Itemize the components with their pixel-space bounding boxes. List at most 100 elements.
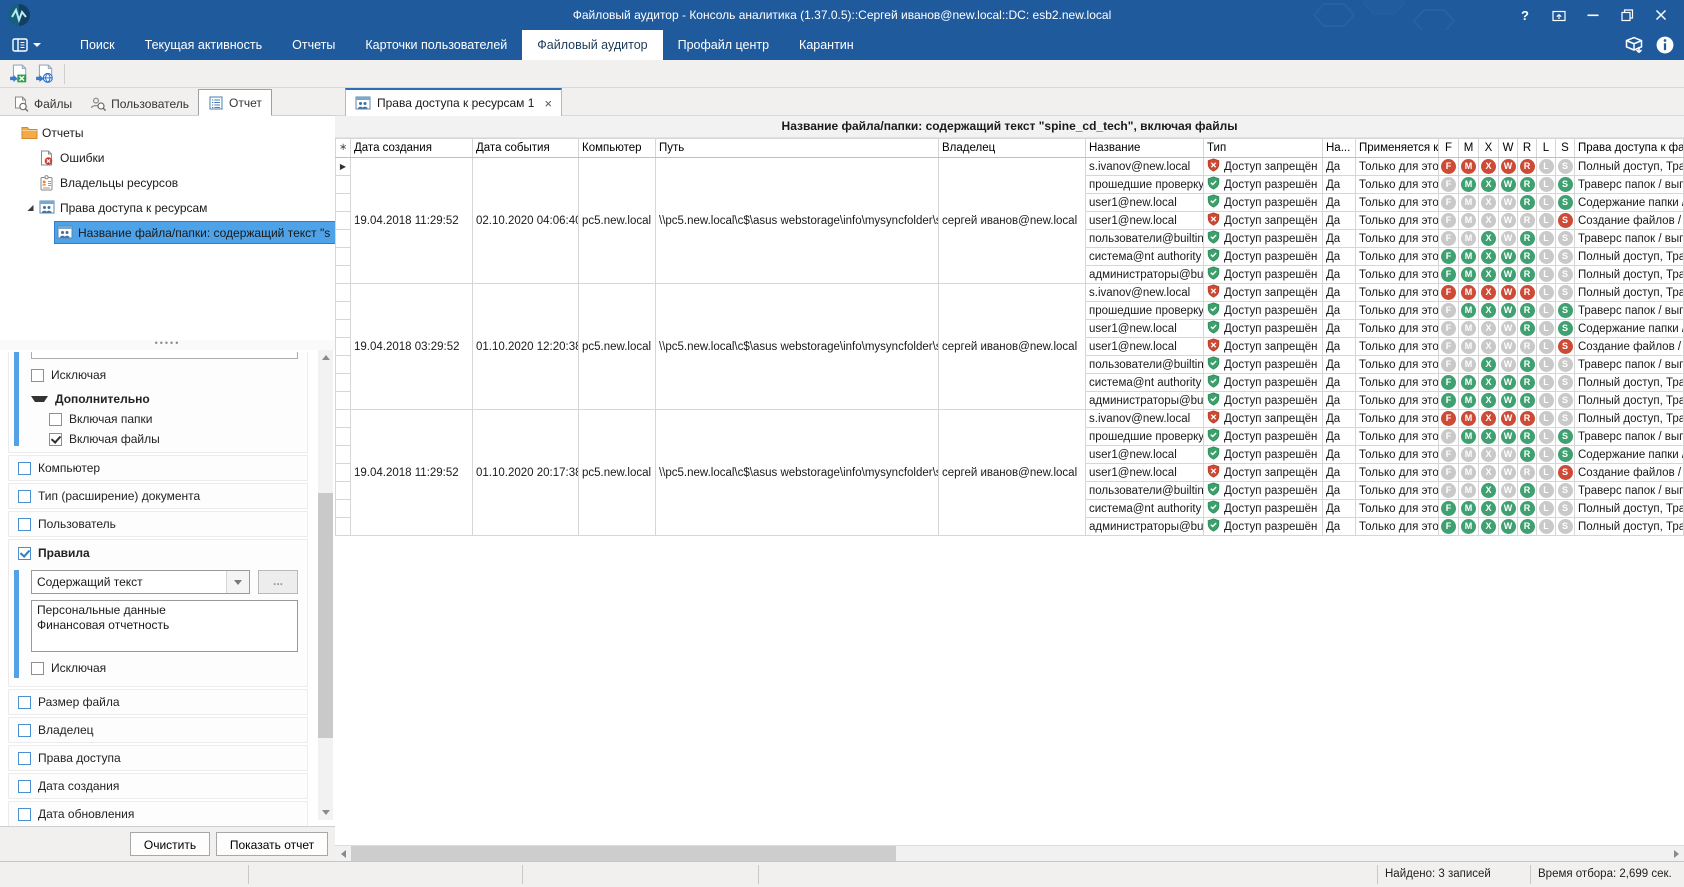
filter-section-after-4[interactable]: Дата создания	[8, 773, 308, 799]
filter-scrollbar[interactable]	[318, 350, 333, 820]
column-header-7[interactable]: Тип	[1204, 139, 1323, 158]
menu-tab-4[interactable]: Карточки пользователей	[350, 30, 522, 60]
show-report-button[interactable]: Показать отчет	[216, 832, 328, 856]
section-checkbox[interactable]	[18, 780, 31, 793]
table-row[interactable]: 19.04.2018 11:29:5201.10.2020 20:17:38pc…	[336, 410, 1684, 428]
name-filter-input[interactable]	[31, 352, 298, 359]
minimize-button[interactable]	[1576, 0, 1610, 30]
filter-section-before-3[interactable]: Пользователь	[8, 511, 308, 537]
left-tab-1[interactable]: Файлы	[4, 92, 81, 115]
scroll-right-button[interactable]	[1668, 846, 1684, 861]
column-header-15[interactable]: L	[1537, 139, 1556, 158]
section-checkbox[interactable]	[18, 808, 31, 821]
rules-header-row[interactable]: Правила	[18, 540, 298, 566]
filter-section-after-2[interactable]: Владелец	[8, 717, 308, 743]
include-folders-checkbox[interactable]	[49, 413, 62, 426]
section-checkbox[interactable]	[18, 490, 31, 503]
section-checkbox[interactable]	[18, 724, 31, 737]
filter-section-after-1[interactable]: Размер файла	[8, 689, 308, 715]
close-button[interactable]	[1644, 0, 1678, 30]
column-header-6[interactable]: Название	[1086, 139, 1204, 158]
tree-expander-icon[interactable]: ◢	[24, 203, 37, 212]
rules-more-button[interactable]: ...	[258, 570, 298, 594]
column-header-9[interactable]: Применяется к	[1356, 139, 1439, 158]
filter-section-before-1[interactable]: Компьютер	[8, 455, 308, 481]
horizontal-scrollbar[interactable]	[335, 845, 1684, 861]
column-header-13[interactable]: W	[1499, 139, 1518, 158]
menu-tab-1[interactable]: Поиск	[65, 30, 130, 60]
help-button[interactable]: ?	[1508, 0, 1542, 30]
rules-checkbox[interactable]	[18, 547, 31, 560]
column-header-5[interactable]: Владелец	[939, 139, 1086, 158]
scroll-up-button[interactable]	[318, 350, 333, 365]
name-cell: система@nt authority	[1086, 374, 1204, 392]
column-header-14[interactable]: R	[1518, 139, 1537, 158]
export-web-button[interactable]	[32, 62, 58, 86]
section-checkbox[interactable]	[18, 518, 31, 531]
tree-item-4[interactable]: ◢Права доступа к ресурсам	[0, 195, 335, 220]
panel-splitter-handle[interactable]: •••••	[0, 340, 335, 350]
perm-badge-l: L	[1539, 213, 1554, 228]
restore-button[interactable]	[1610, 0, 1644, 30]
column-header-4[interactable]: Путь	[656, 139, 939, 158]
menu-tab-5[interactable]: Файловый аудитор	[522, 30, 662, 60]
column-header-17[interactable]: Права доступа к файлам	[1575, 139, 1684, 158]
tree-item-5[interactable]: Название файла/папки: содержащий текст "…	[0, 220, 335, 245]
left-tab-3[interactable]: Отчет	[198, 89, 272, 116]
filter-section-before-2[interactable]: Тип (расширение) документа	[8, 483, 308, 509]
perm-r-cell: R	[1518, 230, 1537, 248]
dropdown-button[interactable]	[226, 571, 249, 593]
condition-dropdown[interactable]: Содержащий текст	[31, 570, 250, 594]
scroll-down-button[interactable]	[318, 805, 333, 820]
section-checkbox[interactable]	[18, 696, 31, 709]
excluding-checkbox[interactable]	[31, 369, 44, 382]
column-header-3[interactable]: Компьютер	[579, 139, 656, 158]
column-header-2[interactable]: Дата события	[473, 139, 579, 158]
access-type-cell: Доступ разрешён	[1204, 356, 1323, 374]
shield-allow-icon	[1207, 500, 1220, 514]
left-tab-2[interactable]: Пользователь	[81, 92, 198, 115]
section-checkbox[interactable]	[18, 752, 31, 765]
include-files-checkbox[interactable]	[49, 433, 62, 446]
column-header-8[interactable]: На...	[1323, 139, 1356, 158]
perm-f-cell: F	[1439, 248, 1459, 266]
rules-textarea[interactable]: Персональные данные Финансовая отчетност…	[31, 600, 298, 652]
tree-item-1[interactable]: Отчеты	[0, 120, 335, 145]
table-row[interactable]: ▶19.04.2018 11:29:5202.10.2020 04:06:40p…	[336, 158, 1684, 176]
tab-close-icon[interactable]: ×	[544, 97, 552, 110]
filter-section-after-3[interactable]: Права доступа	[8, 745, 308, 771]
scrollbar-thumb[interactable]	[318, 493, 333, 738]
perm-r-cell: R	[1518, 320, 1537, 338]
rules-excluding-checkbox[interactable]	[31, 662, 44, 675]
scrollbar-thumb[interactable]	[351, 846, 896, 861]
filter-section-label: Размер файла	[38, 695, 120, 709]
scroll-left-button[interactable]	[335, 846, 351, 861]
menu-tab-3[interactable]: Отчеты	[277, 30, 350, 60]
column-header-11[interactable]: M	[1459, 139, 1479, 158]
perm-badge-f: F	[1441, 267, 1456, 282]
shield-allow-icon	[1207, 176, 1220, 190]
menu-tab-2[interactable]: Текущая активность	[130, 30, 277, 60]
info-icon[interactable]	[1656, 36, 1674, 54]
tree-item-2[interactable]: Ошибки	[0, 145, 335, 170]
table-row[interactable]: 19.04.2018 03:29:5201.10.2020 12:20:38pc…	[336, 284, 1684, 302]
column-header-1[interactable]: Дата создания	[351, 139, 473, 158]
column-header-12[interactable]: X	[1479, 139, 1499, 158]
clear-button[interactable]: Очистить	[130, 832, 210, 856]
document-tab[interactable]: Права доступа к ресурсам 1 ×	[345, 88, 562, 116]
additional-header[interactable]: Дополнительно	[31, 389, 298, 409]
app-menu-button[interactable]	[0, 30, 51, 60]
inherited-cell: Да	[1323, 176, 1356, 194]
menu-tab-6[interactable]: Профайл центр	[663, 30, 784, 60]
perm-m-cell: M	[1459, 482, 1479, 500]
archive-export-icon[interactable]	[1624, 35, 1644, 55]
section-checkbox[interactable]	[18, 462, 31, 475]
filter-section-after-5[interactable]: Дата обновления	[8, 801, 308, 826]
column-header-16[interactable]: S	[1556, 139, 1575, 158]
menu-tab-7[interactable]: Карантин	[784, 30, 869, 60]
export-excel-button[interactable]	[6, 62, 32, 86]
dock-window-button[interactable]	[1542, 0, 1576, 30]
folder-icon	[21, 125, 38, 140]
tree-item-3[interactable]: Владельцы ресурсов	[0, 170, 335, 195]
column-header-10[interactable]: F	[1439, 139, 1459, 158]
